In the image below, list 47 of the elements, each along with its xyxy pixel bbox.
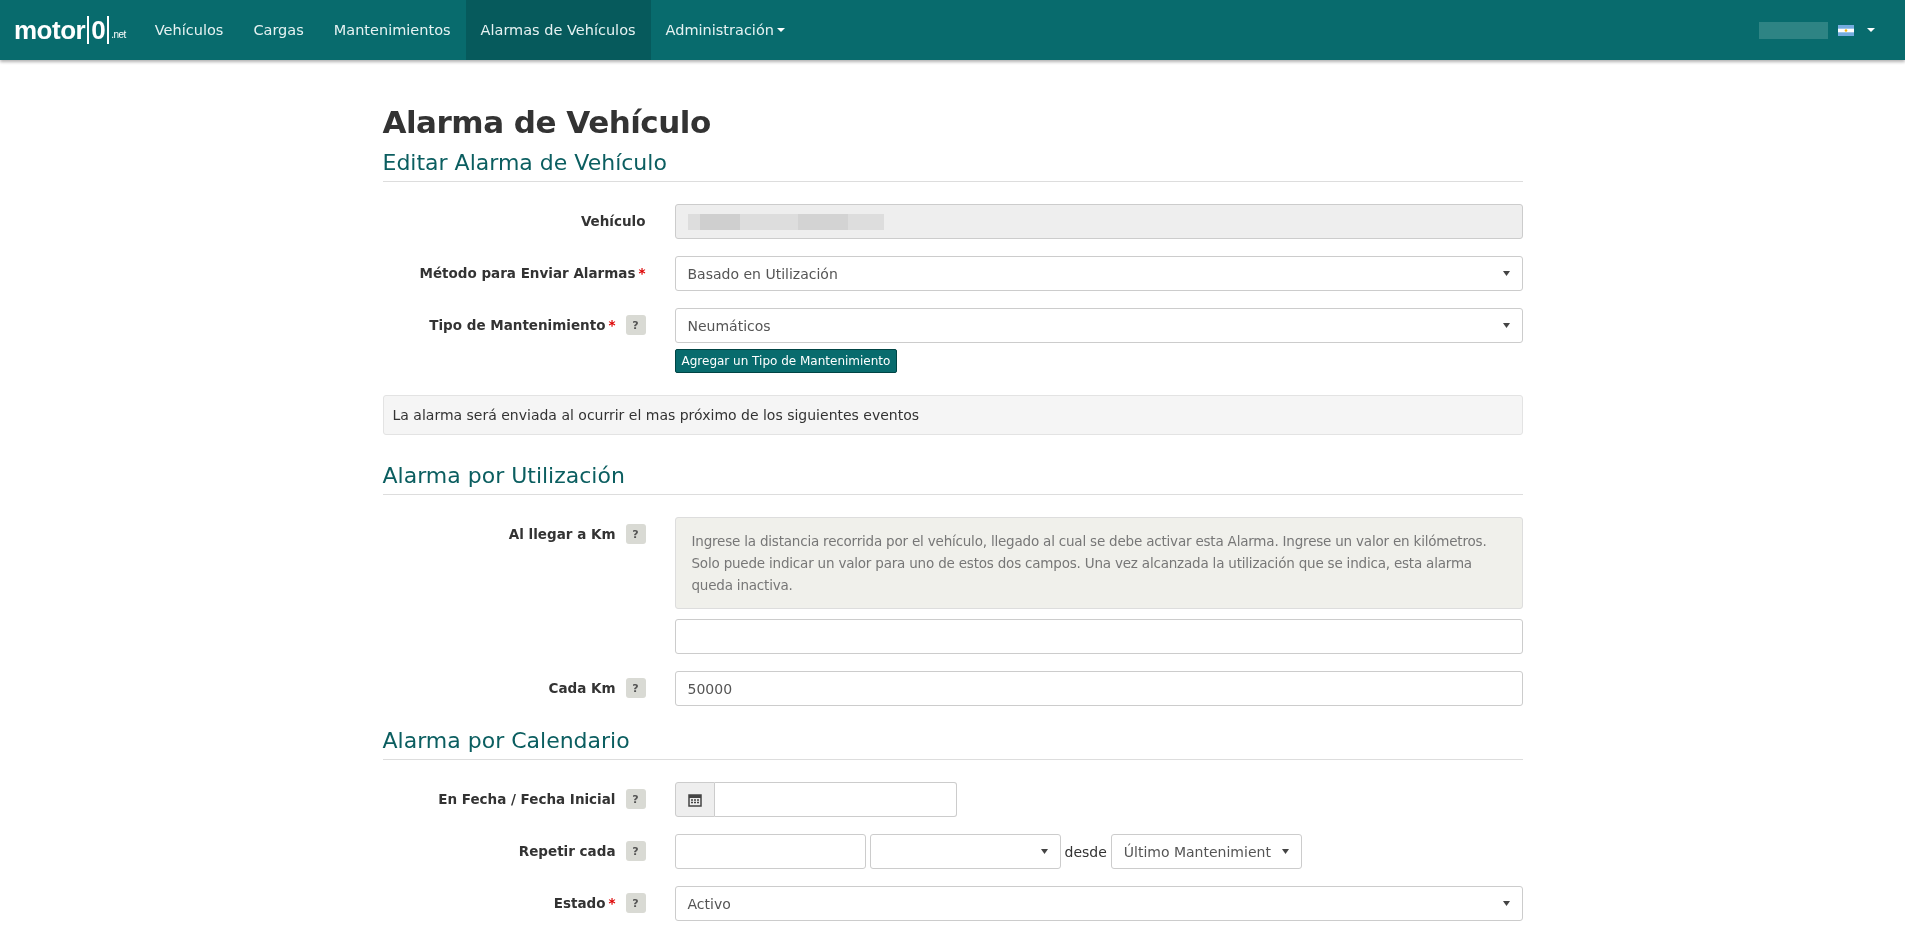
select-field[interactable]: Neumáticos [674,308,1523,343]
help-badge[interactable]: ? [625,678,646,698]
caret-icon [1867,28,1875,32]
select-field[interactable] [869,834,1061,869]
dropdown-arrow-icon [1281,849,1289,854]
field-label: En Fecha / Fecha Inicial [438,791,616,807]
section-heading: Editar Alarma de Vehículo [382,150,667,175]
nav-link[interactable]: Alarmas de Vehículos [465,0,651,60]
select-field[interactable]: Basado en Utilización [674,256,1523,291]
dropdown-arrow-icon [1040,849,1048,854]
select-field[interactable]: Activo [674,886,1523,921]
flag-icon[interactable] [1838,24,1854,36]
select-field[interactable]: Último Mantenimient [1110,834,1302,869]
input-field[interactable] [674,834,866,869]
help-badge[interactable]: ? [625,893,646,913]
field-label: Método para Enviar Alarmas * [419,265,646,281]
field-label: Al llegar a Km [508,526,616,542]
notice-text: La alarma será enviada al ocurrir el mas próximo de los siguientes eventos [382,395,1523,435]
hint-text: Ingrese la distancia recorrida por el vehículo, llegado al cual se debe activar esta Alarma. Ingrese un valor en kilómetros. Solo puede indicar un valor para uno de estos dos campos. Una vez alcanzada la utilización que se indica, esta alarma queda inactiva. [674,517,1523,609]
caret-icon [776,28,785,32]
field-label: Cada Km [548,680,616,696]
field-label: Vehículo [580,213,646,229]
help-badge[interactable]: ? [625,315,646,335]
section-heading: Alarma por Utilización [382,463,625,488]
joiner-text: desde [1064,843,1107,860]
nav-link[interactable]: Administración [650,0,800,60]
calendar-icon[interactable] [674,782,715,817]
help-badge[interactable]: ? [625,789,646,809]
dropdown-arrow-icon [1502,901,1510,906]
field-label: Tipo de Mantenimiento * [429,317,616,333]
field-label: Estado * [553,895,616,911]
nav-link[interactable]: Cargas [238,0,319,60]
date-field[interactable] [714,782,957,817]
field-label: Repetir cada [518,843,616,859]
input-field[interactable]: 50000 [674,671,1523,706]
input-field[interactable] [674,619,1523,654]
nav-link[interactable]: Mantenimientos [318,0,466,60]
help-badge[interactable]: ? [625,841,646,861]
help-badge[interactable]: ? [625,524,646,544]
logo[interactable]: motor 0 .net [0,0,140,60]
page-title: Alarma de Vehículo [382,104,712,140]
add-type-button[interactable]: Agregar un Tipo de Mantenimiento [674,349,898,373]
redacted-block [1759,21,1828,39]
dropdown-arrow-icon [1502,271,1510,276]
nav-link[interactable]: Vehículos [139,0,239,60]
dropdown-arrow-icon [1502,323,1510,328]
section-heading: Alarma por Calendario [382,728,630,753]
